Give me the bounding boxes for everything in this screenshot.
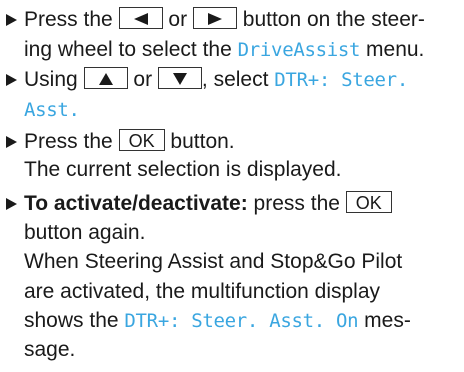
step-3-line-1: Press the OK button.	[24, 128, 235, 155]
bullet-arrow-icon	[6, 198, 17, 210]
text: button on the steer-	[242, 8, 425, 31]
step-2-line-2: Asst.	[24, 96, 80, 123]
text: press the	[253, 192, 340, 215]
text: , select	[201, 68, 269, 91]
bold-label: To activate/deactivate:	[24, 192, 248, 215]
left-triangle-icon	[133, 13, 148, 26]
text: menu.	[366, 38, 425, 61]
step-1-line-1: Press the or button on the steer-	[24, 6, 425, 33]
text: Press the	[24, 8, 113, 31]
ok-key: OK	[118, 129, 165, 152]
up-key	[83, 67, 128, 90]
step-4-line-6: sage.	[24, 336, 75, 363]
bullet-arrow-icon	[6, 74, 17, 86]
text: button.	[170, 130, 235, 153]
down-key	[157, 67, 202, 90]
step-3-line-2: The current selection is displayed.	[24, 156, 342, 183]
display-text-dtr-steer: DTR+: Steer.	[274, 69, 408, 91]
text: ing wheel to select the	[24, 38, 232, 61]
text: Press the	[24, 130, 113, 153]
step-4-line-3: When Steering Assist and Stop&Go Pilot	[24, 248, 402, 275]
step-4-line-2: button again.	[24, 219, 145, 246]
display-text-driveassist: DriveAssist	[237, 39, 361, 61]
instruction-page: Press the or button on the steer- ing wh…	[0, 0, 464, 372]
display-text-dtr-steer-asst-on: DTR+: Steer. Asst. On	[124, 310, 359, 332]
step-4-line-1: To activate/deactivate: press the OK	[24, 190, 392, 217]
display-text-asst: Asst.	[24, 99, 80, 121]
down-triangle-icon	[172, 73, 187, 86]
right-triangle-icon	[207, 13, 222, 26]
text: Using	[24, 68, 78, 91]
right-key	[192, 7, 237, 30]
text: or	[168, 8, 188, 31]
step-4-line-5: shows the DTR+: Steer. Asst. On mes-	[24, 307, 411, 334]
step-1-line-2: ing wheel to select the DriveAssist menu…	[24, 36, 424, 63]
text: sage.	[24, 338, 76, 361]
up-triangle-icon	[98, 73, 113, 86]
step-2-line-1: Using or , select DTR+: Steer.	[24, 66, 408, 93]
text: The current selection is displayed.	[24, 158, 342, 181]
text: shows the	[24, 309, 119, 332]
bullet-arrow-icon	[6, 14, 17, 26]
ok-key: OK	[345, 191, 392, 214]
text: mes-	[364, 309, 411, 332]
text: are activated, the multifunction display	[24, 280, 381, 303]
bullet-arrow-icon	[6, 136, 17, 148]
step-4-line-4: are activated, the multifunction display	[24, 278, 380, 305]
text: or	[133, 68, 153, 91]
text: When Steering Assist and Stop&Go Pilot	[24, 250, 403, 273]
left-key	[118, 7, 163, 30]
text: button again.	[24, 221, 146, 244]
